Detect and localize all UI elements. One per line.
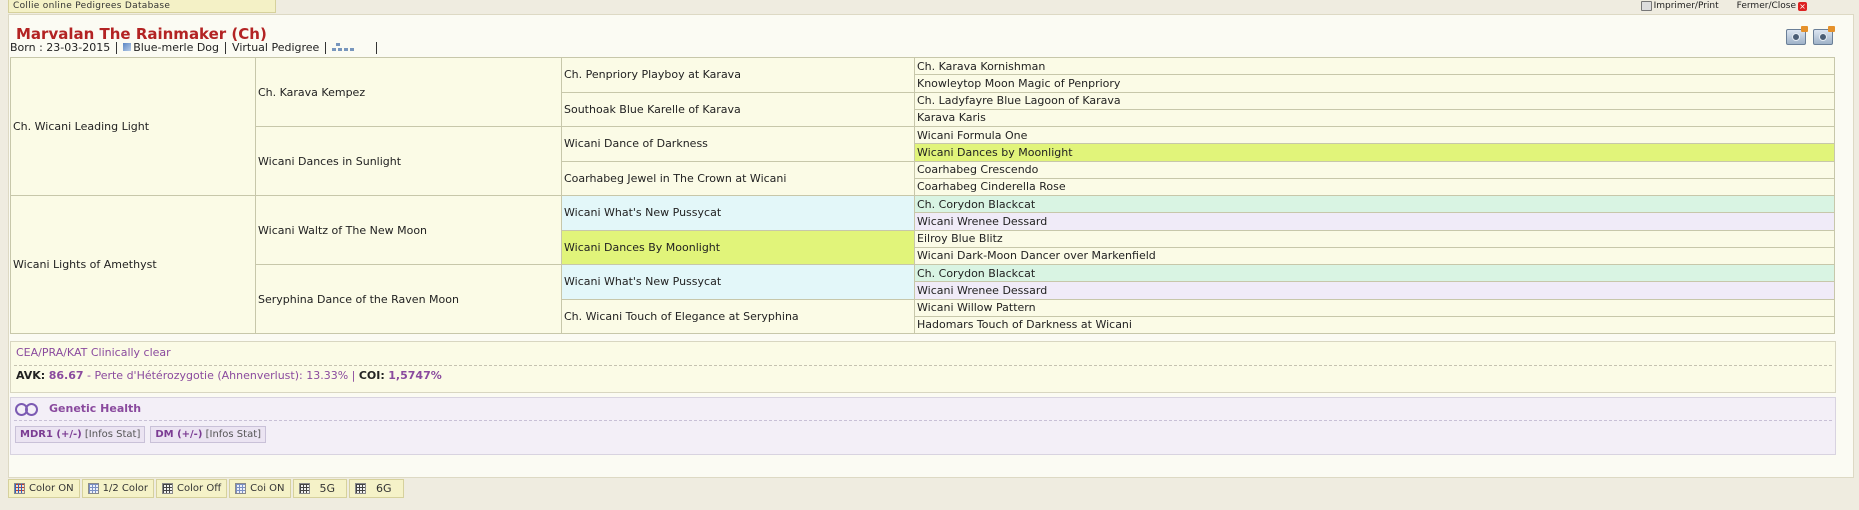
pedigree-gen4-5[interactable]: Wicani Formula One xyxy=(914,125,1835,145)
pedigree-gen2-2[interactable]: Wicani Dances in Sunlight xyxy=(255,126,562,196)
pedigree-gen4-9[interactable]: Ch. Corydon Blackcat xyxy=(914,194,1835,214)
pedigree-gen4-11[interactable]: Eilroy Blue Blitz xyxy=(914,229,1835,248)
top-actions: Imprimer/Print Fermer/Close × xyxy=(1640,0,1807,12)
half-color-button[interactable]: 1/2 Color xyxy=(81,479,155,498)
pedigree-tree-icon[interactable] xyxy=(332,42,355,53)
top-bar: Collie online Pedigrees Database Imprime… xyxy=(0,0,1859,14)
pedigree-gen3-5[interactable]: Wicani What's New Pussycat xyxy=(561,195,915,231)
bottom-toolbar: Color ON 1/2 Color Color Off Coi ON 5G 6… xyxy=(8,479,404,498)
pedigree-gen3-8[interactable]: Ch. Wicani Touch of Elegance at Seryphin… xyxy=(561,298,915,334)
pedigree-dam[interactable]: Wicani Lights of Amethyst xyxy=(10,195,256,334)
pedigree-gen3-4[interactable]: Coarhabeg Jewel in The Crown at Wicani xyxy=(561,160,915,196)
pedigree-gen3-3[interactable]: Wicani Dance of Darkness xyxy=(561,126,915,162)
pedigree-gen4-8[interactable]: Coarhabeg Cinderella Rose xyxy=(914,177,1835,197)
pedigree-gen2-4[interactable]: Seryphina Dance of the Raven Moon xyxy=(255,264,562,334)
pedigree-sire[interactable]: Ch. Wicani Leading Light xyxy=(10,57,256,196)
avk-label: AVK: xyxy=(16,369,46,382)
close-button[interactable]: Fermer/Close × xyxy=(1737,0,1807,12)
born-date: Born : 23-03-2015 xyxy=(10,41,111,54)
test-mdr1[interactable]: MDR1 (+/-) [Infos Stat] xyxy=(15,426,146,443)
heterozygosity-loss: - Perte d'Hétérozygotie (Ahnenverlust): … xyxy=(87,369,356,382)
pedigree-gen4-13[interactable]: Ch. Corydon Blackcat xyxy=(914,263,1835,283)
dog-color: Blue-merle Dog xyxy=(123,41,219,54)
coi-grid-icon xyxy=(235,483,247,494)
pedigree-gen4-4[interactable]: Karava Karis xyxy=(914,108,1835,128)
camera-photo-alt-icon[interactable] xyxy=(1813,26,1835,45)
pedigree-gen4-10[interactable]: Wicani Wrenee Dessard xyxy=(914,212,1835,231)
pedigree-gen4-6[interactable]: Wicani Dances by Moonlight xyxy=(914,143,1835,162)
avk-coi-line: AVK: 86.67 - Perte d'Hétérozygotie (Ahne… xyxy=(16,369,442,382)
dog-info-bar: Born : 23-03-2015 Blue-merle Dog Virtual… xyxy=(10,41,383,54)
virtual-pedigree-link[interactable]: Virtual Pedigree xyxy=(232,41,319,54)
close-icon: × xyxy=(1798,1,1807,11)
pedigree-gen4-3[interactable]: Ch. Ladyfayre Blue Lagoon of Karava xyxy=(914,91,1835,110)
pedigree-gen4-2[interactable]: Knowleytop Moon Magic of Penpriory xyxy=(914,74,1835,93)
print-button[interactable]: Imprimer/Print xyxy=(1640,0,1719,12)
pedigree-table: Ch. Wicani Leading Light Ch. Karava Kemp… xyxy=(10,56,1835,335)
color-on-button[interactable]: Color ON xyxy=(8,479,80,498)
half-color-grid-icon xyxy=(87,483,99,494)
test-dm[interactable]: DM (+/-) [Infos Stat] xyxy=(150,426,267,443)
genetic-health-title: Genetic Health xyxy=(49,401,142,415)
mono-grid-icon xyxy=(162,483,174,494)
coi-label: COI: xyxy=(358,369,385,382)
printer-icon xyxy=(1640,1,1652,11)
genetic-health-panel: Genetic Health MDR1 (+/-) [Infos Stat] D… xyxy=(10,397,1836,455)
pedigree-gen4-7[interactable]: Coarhabeg Crescendo xyxy=(914,160,1835,179)
app-title-tab: Collie online Pedigrees Database xyxy=(8,0,276,13)
pedigree-gen3-7[interactable]: Wicani What's New Pussycat xyxy=(561,264,915,300)
pedigree-gen2-3[interactable]: Wicani Waltz of The New Moon xyxy=(255,195,562,265)
color-off-button[interactable]: Color Off xyxy=(156,479,228,498)
color-grid-icon xyxy=(14,483,25,494)
health-clear-status: CEA/PRA/KAT Clinically clear xyxy=(16,346,171,359)
coi-on-button[interactable]: Coi ON xyxy=(229,479,291,498)
pedigree-gen4-15[interactable]: Wicani Willow Pattern xyxy=(914,298,1835,317)
pedigree-gen4-12[interactable]: Wicani Dark-Moon Dancer over Markenfield xyxy=(914,246,1835,266)
pedigree-gen4-14[interactable]: Wicani Wrenee Dessard xyxy=(914,281,1835,300)
corner-icons xyxy=(1786,26,1835,45)
dna-icon xyxy=(15,401,43,416)
camera-photo-icon[interactable] xyxy=(1786,26,1808,45)
genetic-tests: MDR1 (+/-) [Infos Stat] DM (+/-) [Infos … xyxy=(15,426,267,443)
coi-value: 1,5747% xyxy=(388,369,442,382)
avk-value: 86.67 xyxy=(48,369,84,382)
pedigree-gen3-2[interactable]: Southoak Blue Karelle of Karava xyxy=(561,91,915,127)
table-5g-icon xyxy=(298,483,310,494)
pedigree-gen3-1[interactable]: Ch. Penpriory Playboy at Karava xyxy=(561,57,915,93)
health-panel: CEA/PRA/KAT Clinically clear AVK: 86.67 … xyxy=(10,341,1836,393)
pedigree-gen3-6[interactable]: Wicani Dances By Moonlight xyxy=(561,229,915,265)
table-6g-icon xyxy=(355,483,367,494)
generation-6-button[interactable]: 6G xyxy=(349,479,404,498)
color-swatch-icon xyxy=(123,43,132,51)
pedigree-gen4-1[interactable]: Ch. Karava Kornishman xyxy=(914,56,1835,76)
pedigree-gen2-1[interactable]: Ch. Karava Kempez xyxy=(255,57,562,127)
generation-5-button[interactable]: 5G xyxy=(292,479,348,498)
pedigree-gen4-16[interactable]: Hadomars Touch of Darkness at Wicani xyxy=(914,315,1835,335)
